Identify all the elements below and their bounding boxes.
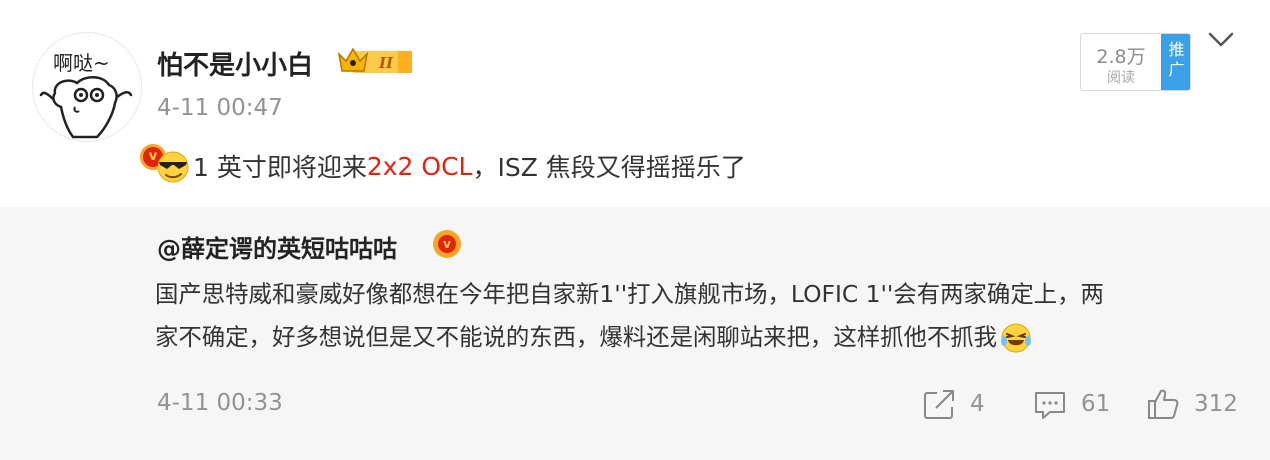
- comment-button[interactable]: 61: [1033, 387, 1110, 421]
- post-username[interactable]: 怕不是小小白: [157, 45, 313, 82]
- post-text: 1 英寸即将迎来 2x2 OCL ，ISZ 焦段又得摇摇乐了: [155, 148, 746, 184]
- post-text-highlight: 2x2 OCL: [366, 151, 473, 181]
- repost-timestamp[interactable]: 4-11 00:33: [157, 390, 283, 416]
- repost-text: 国产思特威和豪威好像都想在今年把自家新1''打入旗舰市场，LOFIC 1''会有…: [155, 273, 1245, 359]
- repost-block[interactable]: @薛定谔的英短咕咕咕 v 国产思特威和豪威好像都想在今年把自家新1''打入旗舰市…: [0, 207, 1270, 460]
- thumbs-up-icon: [1148, 389, 1179, 419]
- like-count: 312: [1194, 391, 1238, 417]
- post-text-part1: 1 英寸即将迎来: [193, 153, 367, 182]
- share-button[interactable]: 4: [922, 387, 985, 421]
- comment-icon: [1035, 392, 1065, 419]
- weibo-post: 啊哒~ v 怕不是小小白 II 4-11 00:47 2.8万 阅读 推 广 1…: [0, 0, 1270, 460]
- repost-text-line2-row: 家不确定，好多想说但是又不能说的东西，爆料还是闲聊站来把，这样抓他不抓我: [155, 316, 1245, 359]
- avatar-caption: 啊哒~: [53, 51, 110, 75]
- share-count: 4: [970, 391, 985, 417]
- comment-count: 61: [1081, 391, 1111, 417]
- read-count-box: 2.8万 阅读 推 广: [1080, 33, 1191, 91]
- laugh-cry-emoji-icon: [1001, 323, 1032, 352]
- repost-text-line2: 家不确定，好多想说但是又不能说的东西，爆料还是闲聊站来把，这样抓他不抓我: [155, 323, 998, 351]
- level-label: II: [378, 54, 394, 72]
- crown-level-badge-icon: II: [337, 47, 412, 73]
- read-count: 2.8万: [1096, 46, 1146, 68]
- promote-label-1: 推: [1168, 40, 1185, 59]
- repost-text-line1: 国产思特威和豪威好像都想在今年把自家新1''打入旗舰市场，LOFIC 1''会有…: [155, 280, 1104, 308]
- share-icon: [924, 390, 954, 419]
- avatar[interactable]: 啊哒~ v: [32, 32, 169, 173]
- chevron-down-icon[interactable]: [1206, 30, 1236, 50]
- read-label: 阅读: [1107, 70, 1135, 86]
- promote-label-2: 广: [1168, 60, 1185, 79]
- post-timestamp[interactable]: 4-11 00:47: [157, 95, 283, 121]
- post-text-part2: ，ISZ 焦段又得摇摇乐了: [472, 153, 746, 182]
- promote-button[interactable]: 推 广: [1161, 34, 1190, 90]
- repost-username[interactable]: @薛定谔的英短咕咕咕: [157, 229, 397, 264]
- cool-sunglasses-emoji-icon: [157, 151, 189, 183]
- verified-badge-icon: v: [433, 230, 461, 258]
- like-button[interactable]: 312: [1146, 387, 1238, 421]
